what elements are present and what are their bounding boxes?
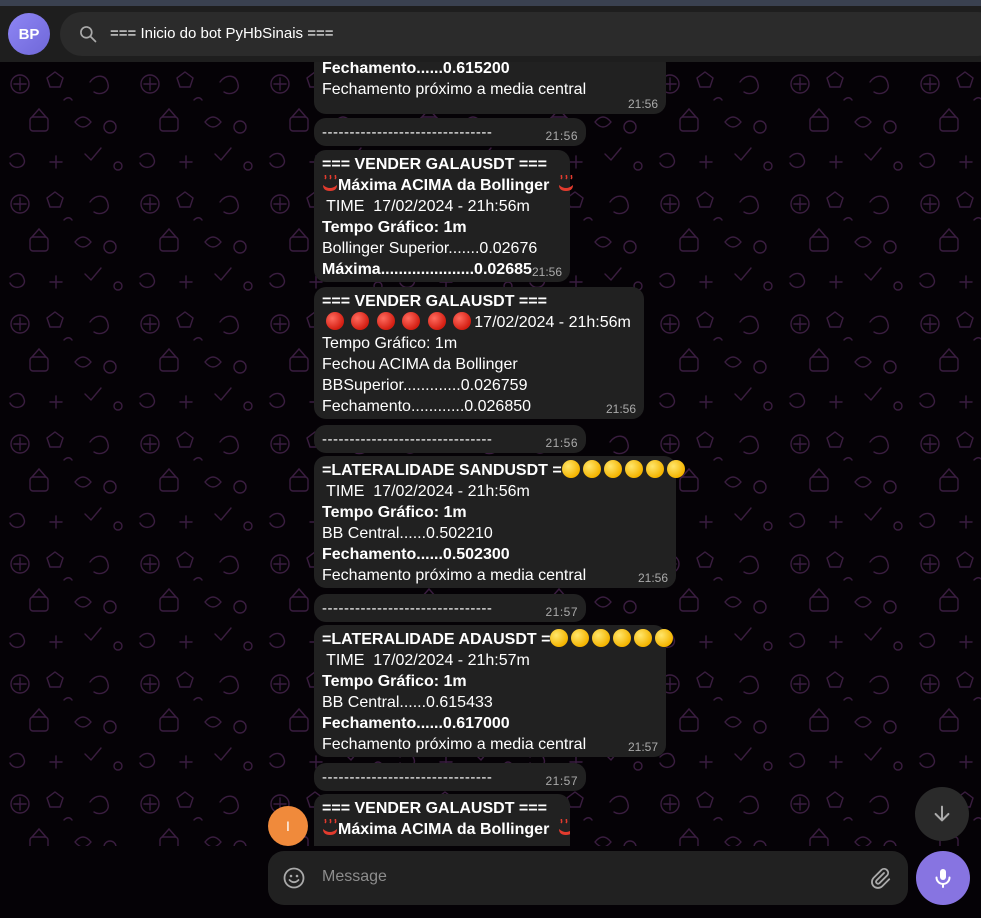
message-line: Tempo Gráfico: 1m bbox=[322, 504, 467, 521]
message-line-with-emojis: 17/02/2024 - 21h:56m bbox=[322, 312, 636, 333]
red-circle-icon bbox=[351, 312, 370, 330]
microphone-icon bbox=[935, 869, 951, 888]
message-bubble[interactable]: =LATERALIDADE SANDUSDT = TIME 17/02/2024… bbox=[314, 456, 685, 588]
message-bubble[interactable]: === VENDER GALAUSDT === 17/02/2024 - 21h… bbox=[314, 287, 644, 419]
chat-avatar[interactable]: BP bbox=[8, 13, 50, 55]
message-text: Máxima ACIMA da Bollinger bbox=[338, 177, 550, 194]
message-line: === VENDER GALAUSDT === bbox=[322, 293, 547, 310]
message-time: 21:57 bbox=[545, 774, 578, 788]
hot-springs-icon bbox=[323, 819, 337, 835]
message-text: Máxima ACIMA da Bollinger bbox=[338, 821, 550, 838]
message-bubble[interactable]: ------------------------------- 21:57 bbox=[314, 763, 586, 791]
yellow-circle-icon bbox=[561, 460, 580, 478]
message-line: BBSuperior.............0.026759 bbox=[322, 377, 528, 394]
message-line: Fechamento......0.502300 bbox=[322, 546, 510, 563]
search-bar[interactable]: === Inicio do bot PyHbSinais === bbox=[60, 12, 981, 56]
message-time: 21:56 bbox=[545, 129, 578, 143]
message-time: 21:56 bbox=[605, 402, 636, 416]
message-line: Tempo Gráfico: 1m bbox=[322, 335, 458, 352]
chat-area: Fechamento......0.615200 Fechamento próx… bbox=[0, 62, 981, 918]
search-icon bbox=[80, 26, 97, 43]
message-line: TIME 17/02/2024 - 21h:56m bbox=[322, 198, 530, 215]
hot-springs-icon bbox=[558, 175, 573, 191]
message-line-with-emojis: =LATERALIDADE ADAUSDT = bbox=[322, 629, 674, 650]
yellow-circle-icon bbox=[624, 460, 643, 478]
message-line: Tempo Gráfico: 1m bbox=[322, 673, 467, 690]
message-line: Fechamento............0.026850 bbox=[322, 398, 532, 415]
yellow-circle-icon bbox=[645, 460, 664, 478]
message-line-with-fire: Máxima ACIMA da Bollinger bbox=[322, 819, 570, 840]
message-line: BB Central......0.502210 bbox=[322, 525, 493, 542]
message-time: 21:56 bbox=[627, 97, 658, 111]
record-voice-button[interactable] bbox=[916, 851, 970, 905]
yellow-circle-icon bbox=[571, 629, 590, 647]
red-circle-icon bbox=[326, 312, 344, 330]
message-input[interactable]: Message bbox=[322, 868, 387, 886]
paperclip-icon[interactable] bbox=[868, 866, 892, 890]
message-line: Fechou ACIMA da Bollinger bbox=[322, 356, 518, 373]
message-bubble[interactable]: Fechamento......0.615200 Fechamento próx… bbox=[314, 62, 666, 114]
message-bubble[interactable]: =LATERALIDADE ADAUSDT = TIME 17/02/2024 … bbox=[314, 625, 674, 757]
divider-text: ------------------------------- bbox=[322, 124, 493, 141]
message-line: TIME 17/02/2024 - 21h:57m bbox=[322, 652, 530, 669]
message-time: 21:56 bbox=[545, 436, 578, 450]
message-time: 21:57 bbox=[545, 605, 578, 619]
message-line: TIME 17/02/2024 - 21h:56m bbox=[322, 483, 530, 500]
yellow-circle-icon bbox=[603, 460, 622, 478]
divider-text: ------------------------------- bbox=[322, 769, 493, 786]
message-line: Fechamento......0.617000 bbox=[322, 715, 510, 732]
divider-text: ------------------------------- bbox=[322, 431, 493, 448]
yellow-circle-icon bbox=[666, 460, 685, 478]
divider-text: ------------------------------- bbox=[322, 600, 493, 617]
message-time: 21:57 bbox=[627, 740, 658, 754]
message-line: Máxima.....................0.02685 bbox=[322, 261, 532, 278]
message-bubble[interactable]: === VENDER GALAUSDT === Máxima ACIMA da … bbox=[314, 150, 573, 282]
red-circle-icon bbox=[376, 312, 395, 330]
message-line: Fechamento próximo a media central bbox=[322, 567, 587, 584]
message-text: =LATERALIDADE SANDUSDT = bbox=[322, 462, 562, 479]
message-time: 21:56 bbox=[531, 265, 562, 279]
yellow-circle-icon bbox=[592, 629, 611, 647]
message-line: === VENDER GALAUSDT === bbox=[322, 800, 547, 817]
message-line-with-fire: Máxima ACIMA da Bollinger bbox=[322, 175, 573, 196]
yellow-circle-icon bbox=[634, 629, 653, 647]
message-bubble[interactable]: ------------------------------- 21:56 bbox=[314, 118, 586, 146]
message-line: === VENDER GALAUSDT === bbox=[322, 156, 547, 173]
message-line: Tempo Gráfico: 1m bbox=[322, 219, 467, 236]
search-input[interactable]: === Inicio do bot PyHbSinais === bbox=[110, 25, 333, 42]
red-circle-icon bbox=[402, 312, 421, 330]
message-line: BB Central......0.615433 bbox=[322, 694, 493, 711]
message-line: Fechamento próximo a media central bbox=[322, 736, 587, 753]
smiley-icon[interactable] bbox=[282, 866, 306, 890]
message-bubble[interactable]: ------------------------------- 21:57 bbox=[314, 594, 586, 622]
hot-springs-icon bbox=[323, 175, 337, 191]
chat-header: BP === Inicio do bot PyHbSinais === bbox=[0, 6, 981, 62]
message-line: Fechamento......0.615200 bbox=[322, 62, 510, 77]
scroll-down-button[interactable] bbox=[915, 787, 969, 841]
yellow-circle-icon bbox=[613, 629, 632, 647]
message-text: 17/02/2024 - 21h:56m bbox=[474, 314, 631, 331]
message-time: 21:56 bbox=[637, 571, 668, 585]
hot-springs-icon bbox=[558, 819, 570, 835]
yellow-circle-icon bbox=[550, 629, 569, 647]
message-bubble[interactable]: ------------------------------- 21:56 bbox=[314, 425, 586, 453]
message-line-with-emojis: =LATERALIDADE SANDUSDT = bbox=[322, 460, 685, 481]
red-circle-icon bbox=[427, 312, 446, 330]
arrow-down-icon bbox=[934, 805, 950, 822]
yellow-circle-icon bbox=[582, 460, 601, 478]
sender-avatar[interactable]: I bbox=[268, 806, 308, 846]
message-text: =LATERALIDADE ADAUSDT = bbox=[322, 631, 551, 648]
message-composer: Message bbox=[268, 851, 908, 905]
message-line: Fechamento próximo a media central bbox=[322, 81, 587, 98]
red-circle-icon bbox=[453, 312, 472, 330]
message-line: Bollinger Superior.......0.02676 bbox=[322, 240, 538, 257]
